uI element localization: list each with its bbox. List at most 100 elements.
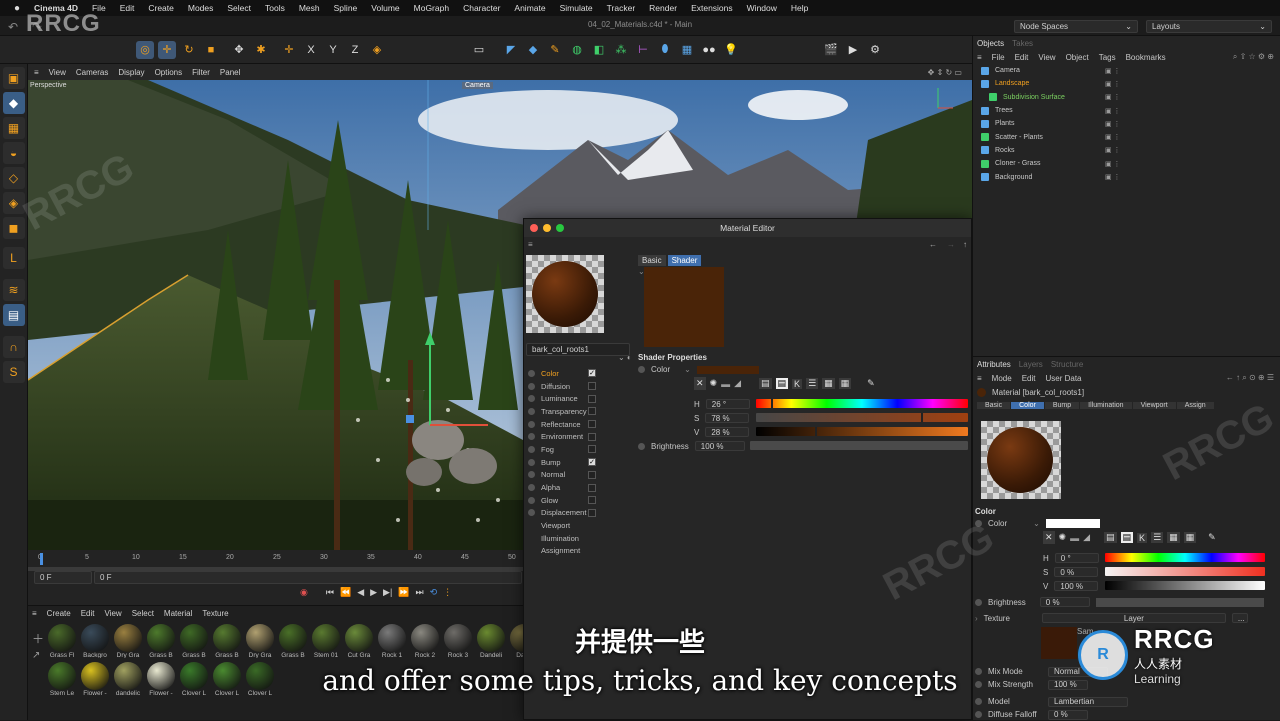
texture-mode-icon[interactable]: ▦ [2,117,25,139]
menu-create[interactable]: Create [148,3,174,13]
grid-icon[interactable]: ▦ [838,378,852,389]
visibility-icon[interactable]: ▣ ⋮ [1105,160,1121,168]
gradient-icon[interactable]: ▦ [822,378,835,389]
menu-modes[interactable]: Modes [188,3,214,13]
axis-icon[interactable]: ✛ [280,41,298,59]
chevron-down-icon[interactable]: ⌄ [1033,519,1040,528]
mm-menu-texture[interactable]: Texture [202,609,228,618]
v-slider[interactable] [756,427,968,436]
attr-s-field[interactable]: 0 % [1054,567,1099,577]
axis-mode-icon[interactable]: ◒ [2,142,25,164]
points-mode-icon[interactable]: ◇ [2,167,25,189]
extrude-icon[interactable]: ◧ [590,41,608,59]
brightness-field[interactable]: 100 % [694,441,745,451]
color-wheel-icon[interactable]: ✕ [1043,531,1055,544]
spline-pen-icon[interactable]: ◤ [502,41,520,59]
shader-color-swatch[interactable] [644,267,724,347]
back-arrow-icon[interactable]: ← [929,240,937,249]
attr-menu-userdata[interactable]: User Data [1045,374,1081,383]
v-field[interactable]: 28 % [705,427,750,437]
snap-icon[interactable]: ✱ [252,41,270,59]
workplane-icon[interactable]: ≋ [2,279,25,301]
channel-item[interactable]: Fog [524,443,602,456]
channel-item[interactable]: Assignment [524,545,602,558]
y-axis-icon[interactable]: Y [324,41,342,59]
select-tool-icon[interactable]: ◎ [136,40,154,59]
obj-menu-tags[interactable]: Tags [1099,53,1116,62]
object-row[interactable]: Cloner - Grass ▣ ⋮ [973,157,1280,170]
viewport-menu-options[interactable]: Options [155,68,183,77]
chevron-down-icon[interactable]: ⌄ [684,365,691,374]
channel-item[interactable]: Alpha [524,481,602,494]
render-view-icon[interactable]: 🎬 [822,41,840,59]
object-row[interactable]: Background ▣ ⋮ [973,170,1280,183]
menu-spline[interactable]: Spline [334,3,358,13]
z-axis-icon[interactable]: Z [346,41,364,59]
light-icon[interactable]: 💡 [722,41,740,59]
timeline-ruler[interactable]: 05101520253035404550 [38,554,516,566]
color-mixer-icon[interactable]: ◢ [1083,532,1090,543]
visibility-icon[interactable]: ▣ ⋮ [1105,107,1121,115]
viewport-menu-display[interactable]: Display [118,68,144,77]
model-mode-icon[interactable]: ◆ [2,92,25,114]
visibility-icon[interactable]: ▣ ⋮ [1105,120,1121,128]
timeline[interactable]: 05101520253035404550 0 F 0 F ◉ ⏮ ⏪ ◀ ▶ ▶… [28,550,523,605]
brightness-slider[interactable] [750,441,968,450]
camera-icon[interactable]: ●● [700,41,718,59]
next-key-icon[interactable]: ⏩ [398,587,409,598]
tab-takes[interactable]: Takes [1012,39,1033,48]
channel-checkbox[interactable]: ✓ [588,458,596,467]
up-arrow-icon[interactable]: ↑ [963,240,967,249]
channel-checkbox[interactable] [588,445,596,454]
render-picture-viewer-icon[interactable]: ▶ [844,41,862,59]
swatches-icon[interactable]: ☰ [1151,532,1164,543]
attr-subtab[interactable]: Bump [1044,401,1080,409]
s-slider[interactable] [756,413,968,422]
minimize-button[interactable] [543,224,551,232]
animate-dot-icon[interactable] [975,698,982,705]
menu-tools[interactable]: Tools [265,3,285,13]
viewport-nav-icons[interactable]: ✥ ⇕ ↻ ▭ [928,68,962,77]
attr-material-preview[interactable] [981,421,1061,499]
spectrum-icon[interactable]: ✺ [1059,532,1067,543]
zoom-button[interactable] [556,224,564,232]
viewport-solo-icon[interactable]: ▭ [470,41,488,59]
current-frame-field[interactable]: 0 F [94,571,522,584]
coordinate-system-icon[interactable]: ◈ [368,41,386,59]
menu-window[interactable]: Window [747,3,777,13]
keyframe-record-icon[interactable]: ◉ [300,587,308,598]
s-field[interactable]: 78 % [705,413,750,423]
cube-icon[interactable]: ◆ [524,41,542,59]
kelvin-mode-icon[interactable]: K [1137,532,1148,543]
kelvin-mode-icon[interactable]: K [792,378,803,389]
locked-workplane-icon[interactable]: ▤ [2,304,25,326]
color-mixer-icon[interactable]: ◢ [734,378,741,389]
image-picker-icon[interactable]: ▬ [1070,533,1079,543]
menu-icon[interactable]: ≡ [977,53,982,62]
attr-h-field[interactable]: 0 ° [1054,553,1099,563]
mm-menu-create[interactable]: Create [47,609,71,618]
menu-character[interactable]: Character [463,3,500,13]
preview-options-icon[interactable]: ⌄ ◐ [618,353,632,362]
menu-edit[interactable]: Edit [120,3,135,13]
channel-item[interactable]: Glow [524,494,602,507]
mm-menu-select[interactable]: Select [132,609,154,618]
apple-icon[interactable]: ● [14,3,20,14]
channel-item[interactable]: Viewport [524,519,602,532]
object-row[interactable]: Rocks ▣ ⋮ [973,144,1280,157]
animate-dot-icon[interactable] [975,598,982,606]
slider-knob[interactable] [770,399,773,408]
channel-item[interactable]: Transparency [524,405,602,418]
snap-settings-icon[interactable]: S [2,361,25,383]
attr-brightness-field[interactable]: 0 % [1039,597,1090,607]
channel-checkbox[interactable] [588,470,596,479]
menu-mesh[interactable]: Mesh [299,3,320,13]
swatches-icon[interactable]: ☰ [806,378,819,389]
menu-icon[interactable]: ≡ [528,240,533,249]
eyedropper-icon[interactable]: ✎ [1208,532,1216,543]
rotate-tool-icon[interactable]: ↻ [180,41,198,59]
render-settings-icon[interactable]: ⚙ [866,41,884,59]
make-editable-icon[interactable]: ▣ [2,67,25,89]
attr-v-slider[interactable] [1105,581,1265,590]
color-field[interactable] [696,365,759,374]
